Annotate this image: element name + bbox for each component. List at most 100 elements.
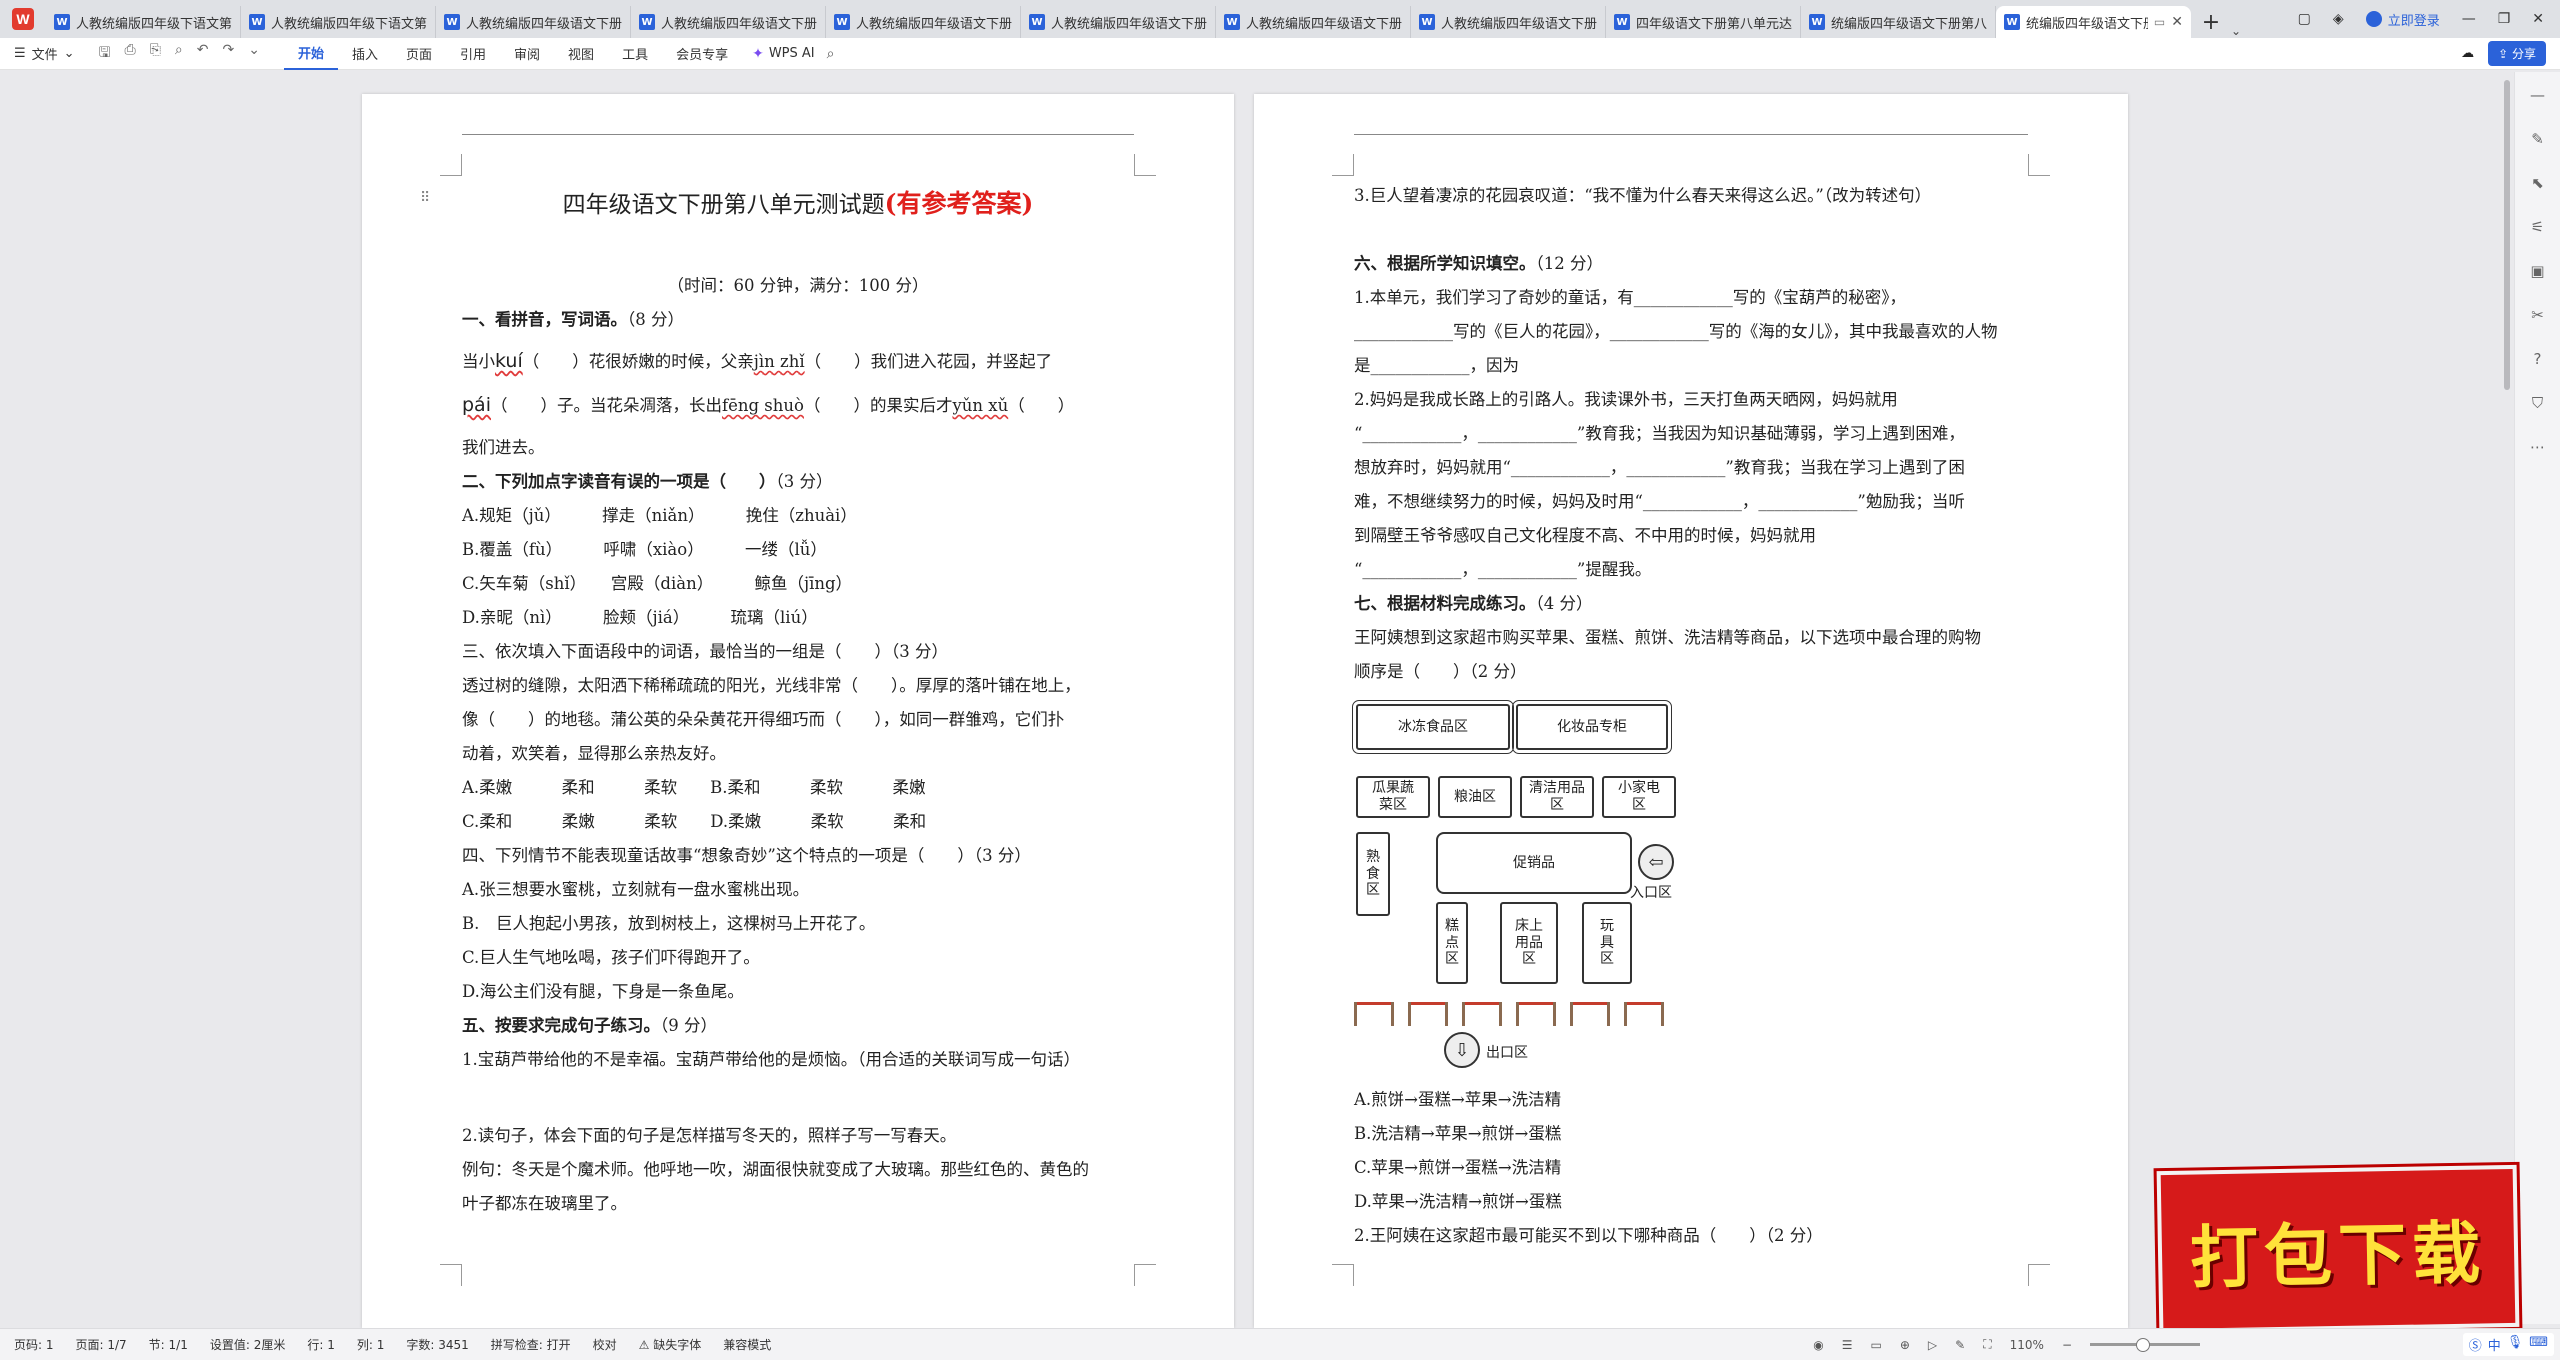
status-missing-font[interactable]: ⚠ 缺失字体 bbox=[639, 1336, 702, 1353]
print-icon[interactable]: ⎘ bbox=[150, 42, 161, 66]
adjust-icon[interactable]: ⚟ bbox=[2531, 218, 2544, 236]
ribbon-tab[interactable]: 审阅 bbox=[500, 38, 554, 70]
pinyin: pái bbox=[462, 394, 491, 416]
word-doc-icon: W bbox=[2004, 14, 2020, 30]
layout-icon[interactable]: ▣ bbox=[2530, 262, 2544, 280]
zoom-slider[interactable] bbox=[2090, 1338, 2200, 1352]
document-tab[interactable]: W 统编版四年级语文下册 ▭ ✕ bbox=[1996, 6, 2191, 38]
word-doc-icon: W bbox=[834, 14, 850, 30]
ribbon-tab[interactable]: 页面 bbox=[392, 38, 446, 70]
status-row[interactable]: 行: 1 bbox=[307, 1336, 335, 1353]
pen-icon[interactable]: ✎ bbox=[2531, 130, 2544, 148]
status-col[interactable]: 列: 1 bbox=[357, 1336, 385, 1353]
eye-icon[interactable]: ◉ bbox=[1813, 1338, 1823, 1352]
help-icon[interactable]: ? bbox=[2534, 350, 2542, 368]
export-pdf-icon[interactable]: ⎙ bbox=[125, 42, 136, 66]
map-cake: 糕点区 bbox=[1436, 902, 1468, 984]
edit-icon[interactable]: ✎ bbox=[1955, 1338, 1965, 1352]
status-spell[interactable]: 拼写检查: 打开 bbox=[491, 1336, 571, 1353]
document-tab[interactable]: W 人教统编版四年级语文下册 bbox=[1216, 6, 1411, 38]
document-tab[interactable]: W 人教统编版四年级语文下册 bbox=[631, 6, 826, 38]
ime-logo-icon: Ⓢ bbox=[2468, 1339, 2482, 1354]
status-words[interactable]: 字数: 3451 bbox=[406, 1336, 468, 1353]
tools-icon[interactable]: ✂ bbox=[2531, 306, 2544, 324]
ime-toolbar[interactable]: Ⓢ 中 🎙 ⌨ bbox=[2462, 1333, 2554, 1356]
text: 当小 bbox=[462, 352, 495, 371]
document-tab[interactable]: W 人教统编版四年级下语文第 bbox=[46, 6, 241, 38]
document-tab[interactable]: W 人教统编版四年级下语文第八 bbox=[241, 6, 436, 38]
crop-mark bbox=[2028, 154, 2050, 176]
vertical-scrollbar[interactable] bbox=[2504, 80, 2510, 390]
text: （ ）子。当花朵凋落，长出 bbox=[490, 396, 722, 415]
word-doc-icon: W bbox=[444, 14, 460, 30]
save-icon[interactable]: 🖫 bbox=[99, 42, 111, 66]
workspace-icon[interactable]: ▢ bbox=[2298, 11, 2311, 27]
ribbon-tab[interactable]: 开始 bbox=[283, 38, 338, 70]
document-page-2[interactable]: 3.巨人望着凄凉的花园哀叹道：“我不懂为什么春天来得这么迟。”（改为转述句） 六… bbox=[1254, 94, 2128, 1328]
s6-line-2e: 到隔壁王爷爷感叹自己文化程度不高、不中用的时候，妈妈就用 bbox=[1354, 526, 1816, 545]
ribbon-tab[interactable]: 引用 bbox=[446, 38, 500, 70]
new-tab-button[interactable]: + bbox=[2191, 6, 2231, 38]
avatar bbox=[2365, 11, 2382, 27]
s6-line-1c: 是____________，因为 bbox=[1354, 356, 1519, 375]
ribbon-tab[interactable]: 工具 bbox=[608, 38, 662, 70]
ribbon-tab[interactable]: 视图 bbox=[554, 38, 608, 70]
document-tab[interactable]: W 人教统编版四年级语文下册 bbox=[826, 6, 1021, 38]
tab-list-chevron-icon[interactable]: ⌄ bbox=[2231, 24, 2241, 38]
login-button[interactable]: 立即登录 bbox=[2365, 10, 2440, 29]
wps-ai-button[interactable]: ✦ WPS AI bbox=[752, 46, 815, 62]
s2-pts: （3 分） bbox=[775, 472, 833, 491]
zoom-level[interactable]: 110% bbox=[2010, 1338, 2044, 1352]
page-view-icon[interactable]: ▭ bbox=[1871, 1338, 1882, 1352]
download-banner[interactable]: 打包下载 bbox=[2156, 1164, 2520, 1334]
skin-icon[interactable]: ◈ bbox=[2333, 11, 2344, 27]
status-pages[interactable]: 页面: 1/7 bbox=[76, 1336, 127, 1353]
wps-logo-icon[interactable]: W bbox=[0, 0, 46, 38]
status-setting[interactable]: 设置值: 2厘米 bbox=[210, 1336, 286, 1353]
close-window-icon[interactable]: ✕ bbox=[2532, 11, 2544, 27]
collapse-icon[interactable]: — bbox=[2530, 86, 2545, 104]
document-tab[interactable]: W 统编版四年级语文下册第八 bbox=[1801, 6, 1996, 38]
zoom-out-icon[interactable]: − bbox=[2062, 1338, 2072, 1352]
redo-icon[interactable]: ↷ bbox=[223, 42, 235, 66]
more-icon[interactable]: ⋯ bbox=[2530, 438, 2545, 456]
undo-icon[interactable]: ↶ bbox=[197, 42, 209, 66]
crop-mark bbox=[2028, 1264, 2050, 1286]
s3-passage-2: 像（ ）的地毯。蒲公英的朵朵黄花开得细巧而（ ），如同一群雏鸡，它们扑 bbox=[462, 710, 1065, 729]
ribbon: ☰ 文件 ⌄ 🖫 ⎙ ⎘ ⌕ ↶ ↷ ⌄ 开始 插入 页面 引用 审阅 视图 工具 会员专享 … bbox=[0, 38, 2560, 70]
document-page-1[interactable]: ⠿ 四年级语文下册第八单元测试题(有参考答案) （时间：60 分钟，满分：100… bbox=[362, 94, 1234, 1328]
cloud-icon[interactable]: ☁ bbox=[2461, 46, 2474, 61]
map-promo: 促销品 bbox=[1436, 832, 1632, 894]
close-tab-icon[interactable]: ✕ bbox=[2165, 14, 2183, 30]
select-icon[interactable]: ⬉ bbox=[2531, 174, 2544, 192]
minimize-icon[interactable]: — bbox=[2462, 11, 2476, 27]
s7-pts: （4 分） bbox=[1535, 594, 1593, 613]
status-section[interactable]: 节: 1/1 bbox=[149, 1336, 188, 1353]
play-icon[interactable]: ▷ bbox=[1928, 1338, 1937, 1352]
tab-window-icon[interactable]: ▭ bbox=[2154, 15, 2165, 29]
status-compat[interactable]: 兼容模式 bbox=[723, 1336, 771, 1353]
web-view-icon[interactable]: ⊕ bbox=[1900, 1338, 1910, 1352]
print-preview-icon[interactable]: ⌕ bbox=[175, 42, 183, 66]
document-tab[interactable]: W 人教统编版四年级语文下册 bbox=[436, 6, 631, 38]
header-rule bbox=[462, 134, 1134, 135]
document-tab[interactable]: W 四年级语文下册第八单元达 bbox=[1606, 6, 1801, 38]
fit-icon[interactable]: ⛶ bbox=[1983, 1337, 1991, 1352]
outline-icon[interactable]: ☰ bbox=[1842, 1338, 1853, 1352]
document-tab[interactable]: W 人教统编版四年级语文下册 bbox=[1411, 6, 1606, 38]
window-controls: ▢ ◈ 立即登录 — ❐ ✕ bbox=[2298, 0, 2560, 38]
ribbon-tab[interactable]: 会员专享 bbox=[662, 38, 742, 70]
share-button[interactable]: ⇪ 分享 bbox=[2488, 41, 2546, 66]
search-icon[interactable]: ⌕ bbox=[827, 46, 835, 62]
s7-passage-2: 顺序是（ ）（2 分） bbox=[1354, 662, 1527, 681]
more-chevron-icon[interactable]: ⌄ bbox=[248, 42, 260, 66]
shirt-icon[interactable]: ⛉ bbox=[2532, 394, 2543, 412]
ribbon-tab[interactable]: 插入 bbox=[338, 38, 392, 70]
status-page[interactable]: 页码: 1 bbox=[14, 1336, 54, 1353]
status-proof[interactable]: 校对 bbox=[593, 1336, 617, 1353]
restore-icon[interactable]: ❐ bbox=[2498, 11, 2511, 27]
file-menu[interactable]: ☰ 文件 ⌄ bbox=[0, 44, 89, 63]
s6-line-2c: 想放弃时，妈妈就用“____________，____________”教育我；… bbox=[1354, 458, 1965, 477]
s5-question-3: 3.巨人望着凄凉的花园哀叹道：“我不懂为什么春天来得这么迟。”（改为转述句） bbox=[1354, 186, 1932, 205]
document-tab[interactable]: W 人教统编版四年级语文下册 bbox=[1021, 6, 1216, 38]
